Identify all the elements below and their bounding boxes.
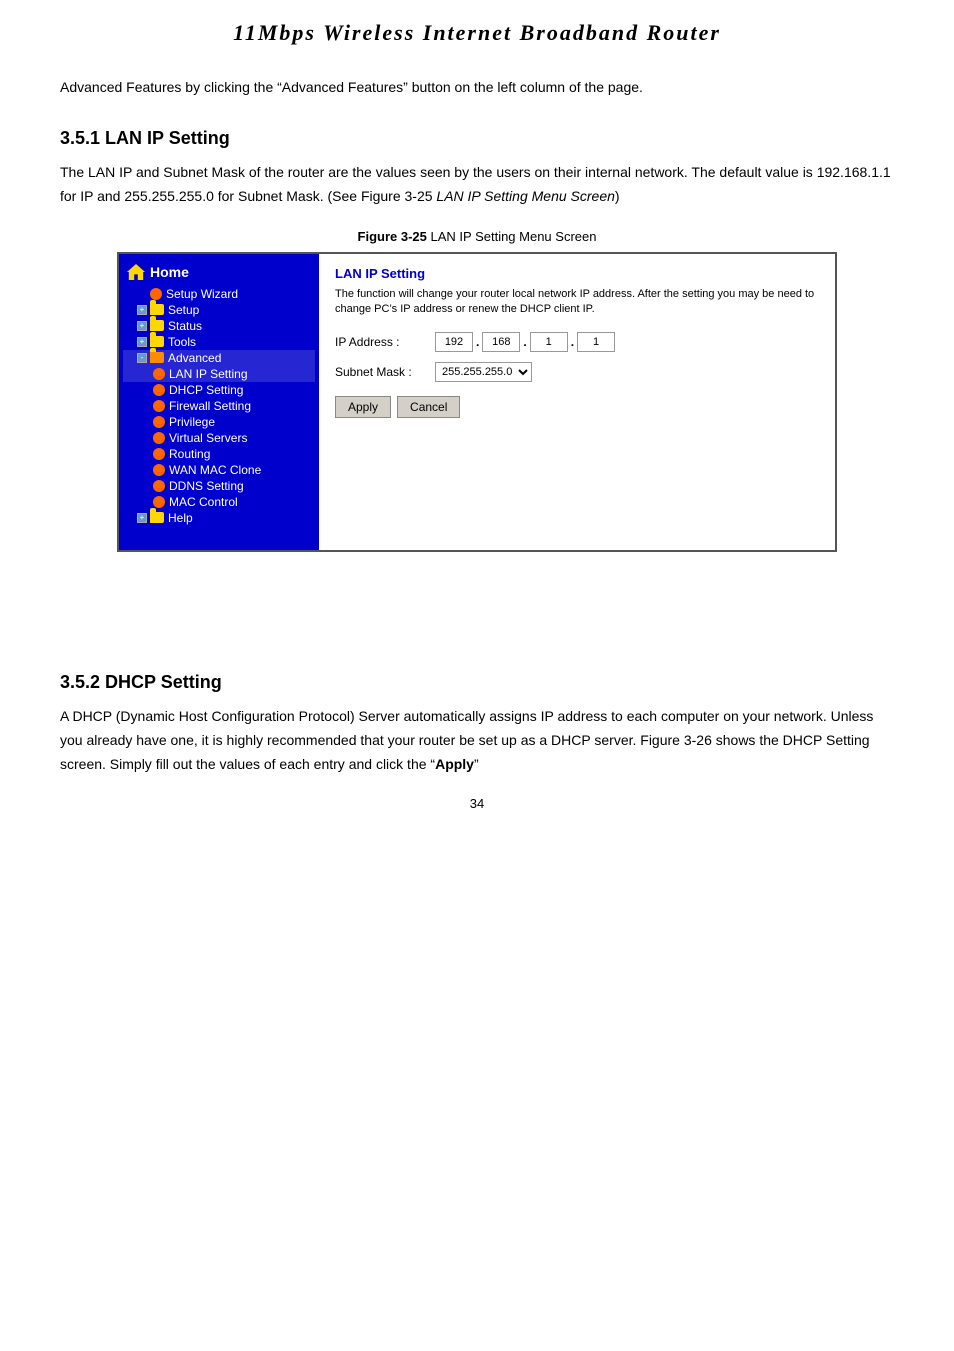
ip-address-row: IP Address : . . . [335, 332, 819, 352]
gear-icon-routing [153, 448, 165, 460]
ip-field-3[interactable] [530, 332, 568, 352]
sidebar-item-routing[interactable]: Routing [123, 446, 315, 462]
sidebar-label-firewall: Firewall Setting [169, 399, 251, 413]
sidebar-item-dhcp[interactable]: DHCP Setting [123, 382, 315, 398]
expand-icon-advanced: - [137, 353, 147, 363]
gear-icon-firewall [153, 400, 165, 412]
section-351-body: The LAN IP and Subnet Mask of the router… [60, 161, 894, 209]
button-row: Apply Cancel [335, 396, 819, 418]
ip-sep-3: . [571, 335, 574, 349]
sidebar-label-virtual-servers: Virtual Servers [169, 431, 247, 445]
panel-desc: The function will change your router loc… [335, 287, 819, 318]
sidebar-item-firewall[interactable]: Firewall Setting [123, 398, 315, 414]
gear-icon-virtual-servers [153, 432, 165, 444]
ip-fields[interactable]: . . . [435, 332, 615, 352]
ip-field-4[interactable] [577, 332, 615, 352]
section-352-body: A DHCP (Dynamic Host Configuration Proto… [60, 705, 894, 776]
sidebar-label-setup-wizard: Setup Wizard [166, 287, 238, 301]
sidebar-label-help: Help [168, 511, 193, 525]
sidebar-label-lan-ip: LAN IP Setting [169, 367, 248, 381]
sidebar-item-help[interactable]: + Help [123, 510, 315, 526]
subnet-select[interactable]: 255.255.255.0 255.255.0.0 255.0.0.0 [435, 362, 532, 382]
sidebar-item-advanced[interactable]: - Advanced [123, 350, 315, 366]
main-panel: LAN IP Setting The function will change … [319, 254, 835, 550]
expand-icon-setup: + [137, 305, 147, 315]
gear-icon-dhcp [153, 384, 165, 396]
ip-address-label: IP Address : [335, 335, 435, 349]
router-sidebar[interactable]: Home Setup Wizard + Setup + Status [119, 254, 319, 550]
subnet-mask-row: Subnet Mask : 255.255.255.0 255.255.0.0 … [335, 362, 819, 382]
subnet-mask-label: Subnet Mask : [335, 365, 435, 379]
gear-icon-ddns [153, 480, 165, 492]
sidebar-item-ddns[interactable]: DDNS Setting [123, 478, 315, 494]
section-351-title: 3.5.1 LAN IP Setting [60, 128, 894, 149]
section-352-title: 3.5.2 DHCP Setting [60, 672, 894, 693]
expand-icon-tools: + [137, 337, 147, 347]
section-352: 3.5.2 DHCP Setting A DHCP (Dynamic Host … [60, 672, 894, 776]
gear-icon-privilege [153, 416, 165, 428]
expand-icon-status: + [137, 321, 147, 331]
folder-icon-help [150, 512, 164, 523]
router-ui-figure: Home Setup Wizard + Setup + Status [117, 252, 837, 552]
page-number: 34 [60, 796, 894, 811]
folder-icon-advanced [150, 352, 164, 363]
ip-sep-2: . [523, 335, 526, 349]
expand-icon-help: + [137, 513, 147, 523]
sidebar-label-mac-control: MAC Control [169, 495, 238, 509]
sidebar-item-virtual-servers[interactable]: Virtual Servers [123, 430, 315, 446]
page-title: 11Mbps Wireless Internet Broadband Route… [60, 20, 894, 46]
ip-sep-1: . [476, 335, 479, 349]
gear-icon [150, 288, 162, 300]
ip-field-1[interactable] [435, 332, 473, 352]
apply-button[interactable]: Apply [335, 396, 391, 418]
cancel-button[interactable]: Cancel [397, 396, 460, 418]
sidebar-label-advanced: Advanced [168, 351, 221, 365]
sidebar-home-label: Home [150, 264, 189, 280]
sidebar-item-wan-mac[interactable]: WAN MAC Clone [123, 462, 315, 478]
sidebar-item-privilege[interactable]: Privilege [123, 414, 315, 430]
sidebar-label-dhcp: DHCP Setting [169, 383, 243, 397]
sidebar-label-ddns: DDNS Setting [169, 479, 244, 493]
sidebar-item-lan-ip[interactable]: LAN IP Setting [123, 366, 315, 382]
sidebar-label-setup: Setup [168, 303, 199, 317]
gear-icon-lan-ip [153, 368, 165, 380]
section-spacer [60, 592, 894, 652]
panel-title: LAN IP Setting [335, 266, 819, 281]
sidebar-label-wan-mac: WAN MAC Clone [169, 463, 261, 477]
folder-icon-tools [150, 336, 164, 347]
ip-field-2[interactable] [482, 332, 520, 352]
sidebar-label-tools: Tools [168, 335, 196, 349]
sidebar-label-routing: Routing [169, 447, 210, 461]
home-icon [127, 264, 145, 280]
sidebar-home[interactable]: Home [123, 262, 315, 282]
gear-icon-wan-mac [153, 464, 165, 476]
folder-icon-setup [150, 304, 164, 315]
intro-paragraph: Advanced Features by clicking the “Advan… [60, 76, 894, 98]
sidebar-label-status: Status [168, 319, 202, 333]
figure-325-label: Figure 3-25 LAN IP Setting Menu Screen [60, 229, 894, 244]
gear-icon-mac-control [153, 496, 165, 508]
sidebar-label-privilege: Privilege [169, 415, 215, 429]
folder-icon-status [150, 320, 164, 331]
